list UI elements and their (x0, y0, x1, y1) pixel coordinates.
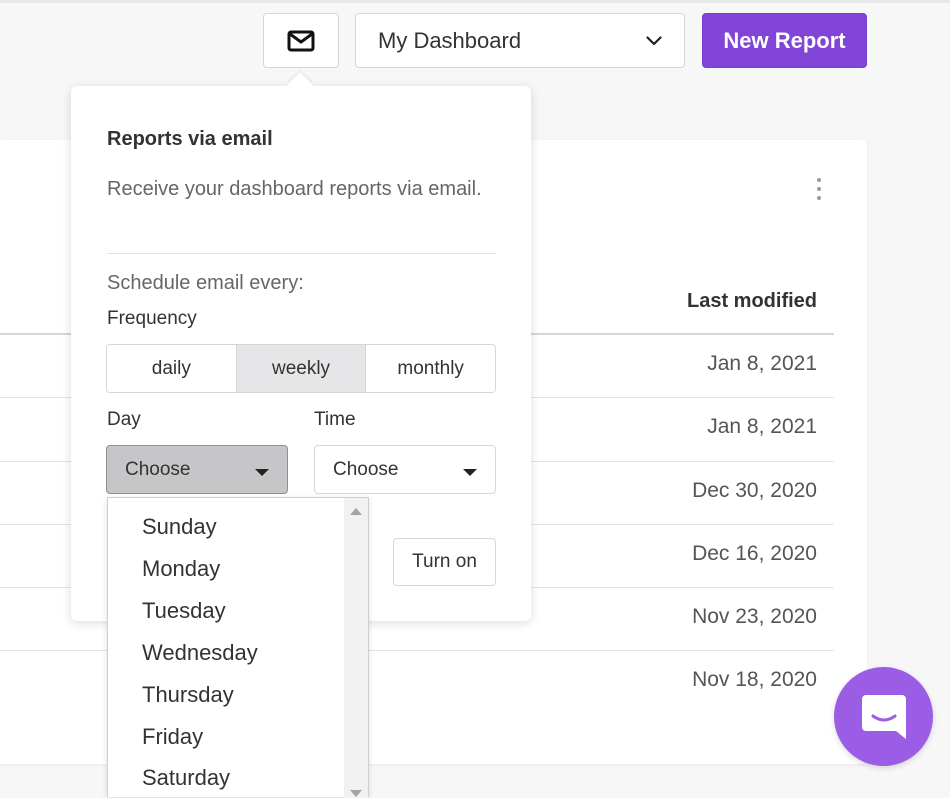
chat-launcher-button[interactable] (834, 667, 933, 766)
schedule-label: Schedule email every: (107, 272, 304, 294)
time-select-value: Choose (333, 458, 399, 480)
dashboard-select[interactable]: My Dashboard (355, 13, 685, 68)
top-border (0, 0, 950, 3)
dashboard-select-value: My Dashboard (378, 27, 522, 53)
day-option-thursday[interactable]: Thursday (142, 682, 234, 708)
time-select[interactable]: Choose (314, 445, 496, 494)
frequency-monthly[interactable]: monthly (365, 345, 495, 392)
day-option-friday[interactable]: Friday (142, 724, 203, 750)
day-option-wednesday[interactable]: Wednesday (142, 640, 258, 666)
table-row-date: Nov 18, 2020 (692, 668, 817, 691)
new-report-button[interactable]: New Report (702, 13, 867, 68)
day-option-monday[interactable]: Monday (142, 556, 220, 582)
caret-down-icon (255, 469, 269, 476)
table-row-date: Dec 30, 2020 (692, 479, 817, 502)
scroll-down-arrow-icon[interactable] (350, 790, 362, 797)
kebab-menu-icon[interactable] (813, 178, 825, 208)
table-row-date: Nov 23, 2020 (692, 605, 817, 628)
day-label: Day (107, 409, 141, 430)
popover-description: Receive your dashboard reports via email… (107, 178, 482, 200)
table-row-date: Jan 8, 2021 (707, 352, 817, 375)
email-reports-button[interactable] (263, 13, 339, 68)
dropdown-scrollbar[interactable] (344, 498, 368, 798)
day-option-saturday[interactable]: Saturday (142, 765, 230, 791)
day-select-value: Choose (125, 458, 191, 480)
chevron-down-icon (646, 35, 662, 45)
chat-icon (861, 694, 906, 739)
column-header-last-modified[interactable]: Last modified (687, 290, 817, 313)
frequency-weekly[interactable]: weekly (235, 345, 366, 392)
day-option-tuesday[interactable]: Tuesday (142, 598, 226, 624)
day-dropdown-list: Sunday Monday Tuesday Wednesday Thursday… (107, 497, 369, 798)
frequency-daily[interactable]: daily (107, 345, 236, 392)
day-select[interactable]: Choose (106, 445, 288, 494)
popover-title: Reports via email (107, 128, 273, 150)
day-option-sunday[interactable]: Sunday (142, 514, 217, 540)
table-row-date: Dec 16, 2020 (692, 542, 817, 565)
popover-divider (107, 253, 496, 254)
frequency-label: Frequency (107, 308, 197, 329)
time-label: Time (314, 409, 356, 430)
caret-down-icon (463, 469, 477, 476)
turn-on-button[interactable]: Turn on (393, 538, 496, 586)
scroll-up-arrow-icon[interactable] (350, 508, 362, 515)
frequency-toggle: daily weekly monthly (106, 344, 496, 393)
popover-arrow (287, 72, 313, 98)
table-row-date: Jan 8, 2021 (707, 415, 817, 438)
envelope-icon (287, 30, 315, 51)
